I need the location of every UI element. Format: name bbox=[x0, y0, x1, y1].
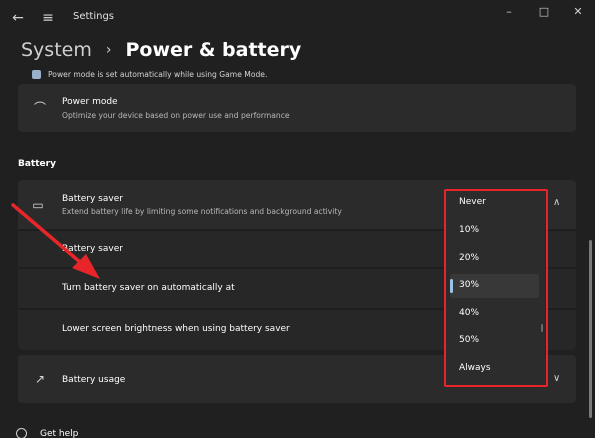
auto-on-threshold-label: Turn battery saver on automatically at bbox=[62, 283, 235, 293]
dropdown-scrollbar[interactable] bbox=[541, 324, 543, 332]
game-mode-note: Power mode is set automatically while us… bbox=[32, 67, 267, 81]
threshold-dropdown-list: Never 10% 20% 30% 40% 50% Always bbox=[444, 189, 545, 385]
minimize-icon[interactable]: – bbox=[495, 4, 523, 20]
power-mode-title: Power mode bbox=[62, 97, 118, 107]
dropdown-option-label: 50% bbox=[459, 335, 480, 345]
lower-brightness-label: Lower screen brightness when using batte… bbox=[62, 324, 290, 334]
breadcrumb: System › Power & battery bbox=[21, 36, 301, 64]
dropdown-option-label: 40% bbox=[459, 308, 480, 318]
dropdown-option-label: 30% bbox=[459, 280, 480, 290]
selection-indicator bbox=[450, 279, 453, 293]
dropdown-option-10[interactable]: 10% bbox=[450, 219, 539, 243]
back-arrow-icon[interactable]: ← bbox=[10, 10, 26, 26]
get-help-label: Get help bbox=[40, 428, 79, 438]
battery-saver-title: Battery saver bbox=[62, 194, 123, 204]
dropdown-option-40[interactable]: 40% bbox=[450, 302, 539, 326]
get-help-link[interactable]: Get help bbox=[16, 428, 78, 438]
window-title: Settings bbox=[73, 11, 115, 22]
power-mode-card[interactable]: ⌒ Power mode Optimize your device based … bbox=[18, 84, 576, 132]
close-icon[interactable]: ✕ bbox=[564, 4, 592, 20]
dropdown-option-always[interactable]: Always bbox=[450, 357, 539, 381]
breadcrumb-system-link[interactable]: System bbox=[21, 39, 92, 61]
help-icon bbox=[16, 428, 27, 438]
title-bar: ← ≡ Settings – □ ✕ bbox=[0, 0, 595, 36]
info-shield-icon bbox=[32, 69, 41, 79]
game-mode-note-text: Power mode is set automatically while us… bbox=[48, 69, 268, 79]
chevron-right-icon: › bbox=[105, 42, 112, 58]
dropdown-option-label: Never bbox=[459, 197, 486, 207]
dropdown-option-label: Always bbox=[459, 363, 491, 373]
battery-saver-subtitle: Extend battery life by limiting some not… bbox=[62, 207, 342, 216]
hamburger-menu-icon[interactable]: ≡ bbox=[40, 10, 56, 26]
dropdown-option-20[interactable]: 20% bbox=[450, 247, 539, 271]
power-mode-subtitle: Optimize your device based on power use … bbox=[62, 111, 290, 120]
dropdown-option-label: 20% bbox=[459, 253, 480, 263]
chevron-up-icon[interactable]: ∧ bbox=[553, 197, 560, 208]
chevron-down-icon[interactable]: ∨ bbox=[553, 373, 560, 384]
gauge-icon: ⌒ bbox=[33, 101, 46, 115]
usage-chart-icon: ↗ bbox=[34, 372, 46, 386]
battery-usage-title: Battery usage bbox=[62, 375, 126, 385]
page-title: Power & battery bbox=[125, 39, 302, 61]
battery-section-label: Battery bbox=[18, 159, 56, 169]
page-scrollbar[interactable] bbox=[589, 240, 592, 418]
dropdown-option-label: 10% bbox=[459, 225, 480, 235]
maximize-icon[interactable]: □ bbox=[530, 4, 558, 20]
battery-saver-toggle-label: Battery saver bbox=[62, 244, 123, 254]
battery-saver-icon: ▭ bbox=[32, 198, 44, 212]
dropdown-option-50[interactable]: 50% bbox=[450, 329, 539, 353]
dropdown-option-never[interactable]: Never bbox=[450, 191, 539, 215]
dropdown-option-30-selected[interactable]: 30% bbox=[450, 274, 539, 298]
